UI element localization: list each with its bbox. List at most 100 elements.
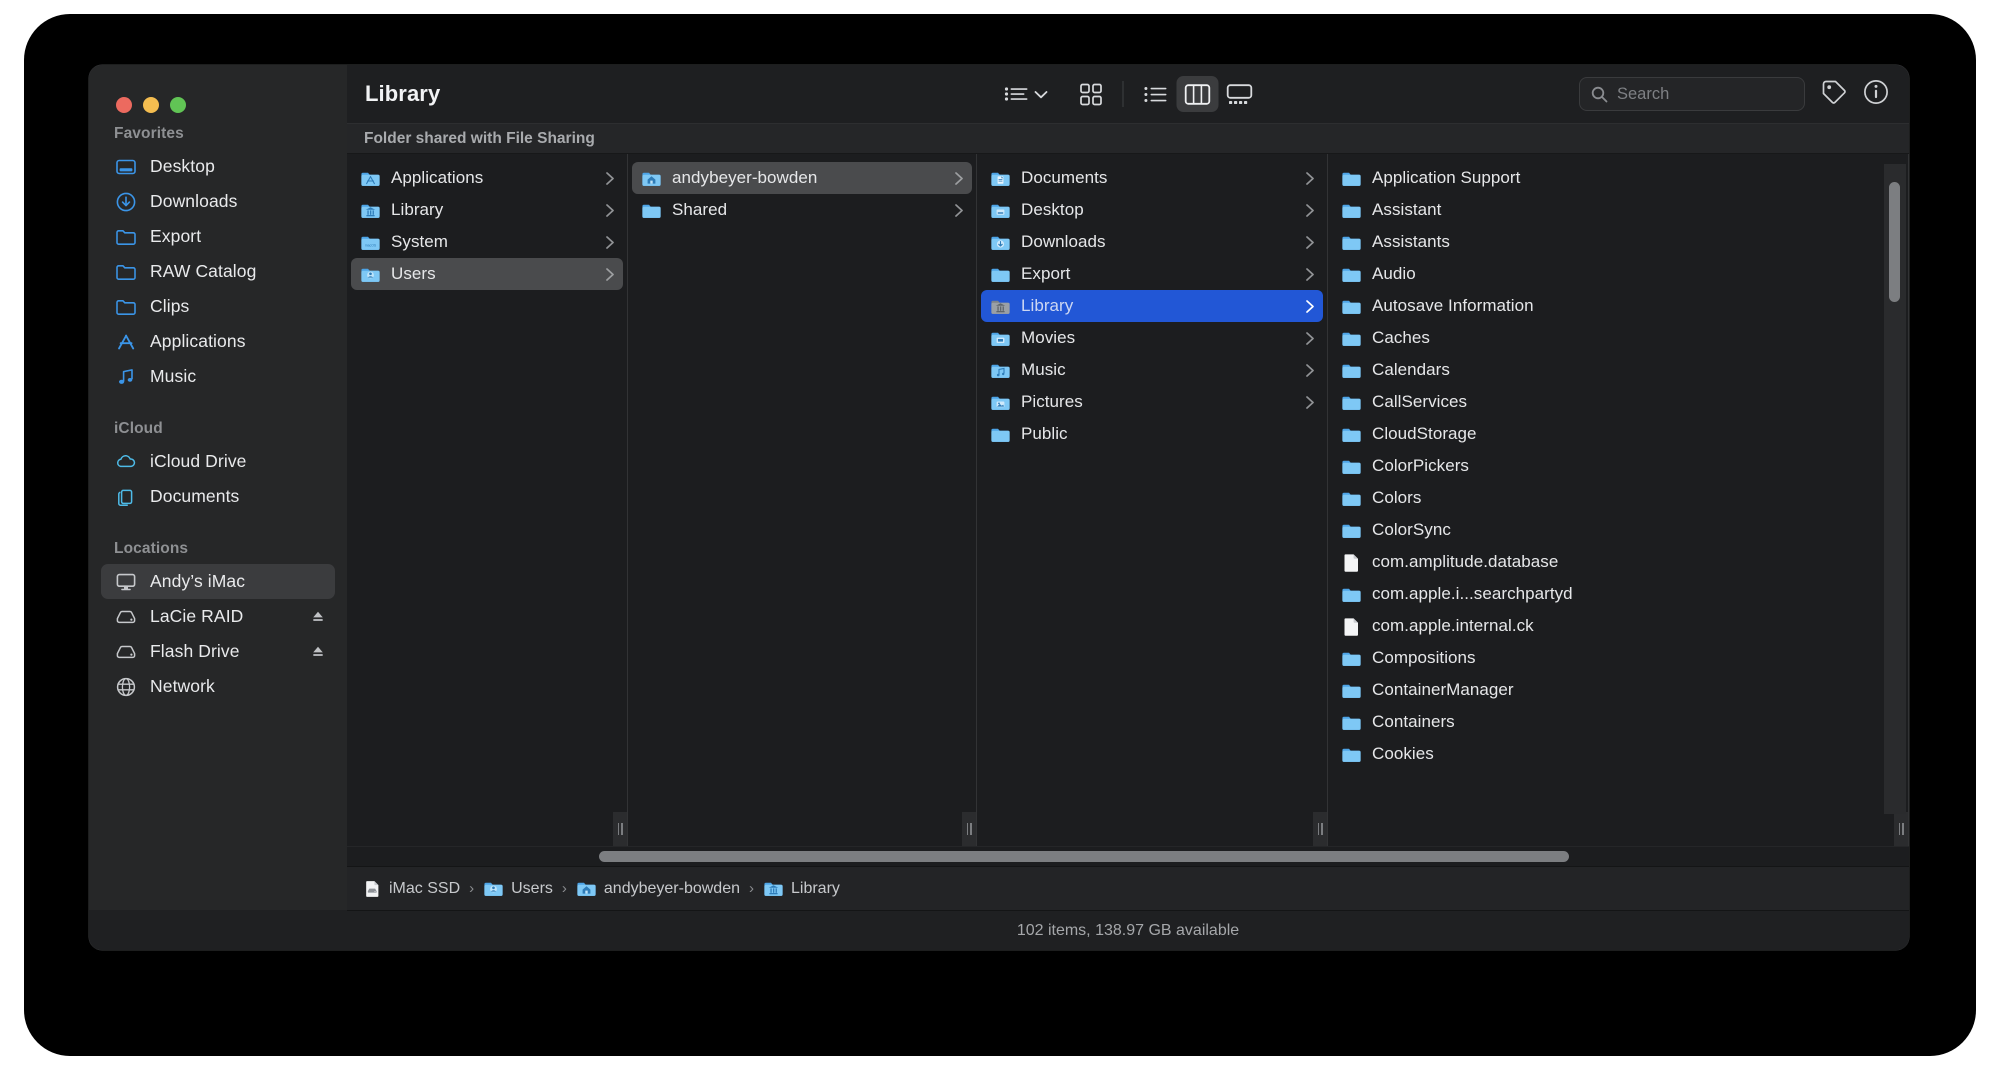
column-item-export[interactable]: Export: [981, 258, 1323, 290]
column-item-application-support[interactable]: Application Support: [1332, 162, 1904, 194]
search-field[interactable]: Search: [1579, 77, 1805, 111]
column-item-com-apple-i-searchpartyd[interactable]: com.apple.i...searchpartyd: [1332, 578, 1904, 610]
column-item-callservices[interactable]: CallServices: [1332, 386, 1904, 418]
column-item-movies[interactable]: Movies: [981, 322, 1323, 354]
sidebar-item-applications[interactable]: Applications: [101, 324, 335, 359]
sidebar-item-flash-drive[interactable]: Flash Drive: [101, 634, 335, 669]
column-resize-handle[interactable]: [1313, 812, 1327, 846]
folder-plain-wrap: [1341, 584, 1362, 605]
breadcrumb-item-library[interactable]: Library: [763, 878, 840, 899]
sidebar-item-andy-s-imac[interactable]: Andy’s iMac: [101, 564, 335, 599]
vertical-scroll-thumb[interactable]: [1889, 182, 1900, 302]
sidebar-item-downloads[interactable]: Downloads: [101, 184, 335, 219]
sidebar-item-label: Music: [150, 366, 197, 386]
column-item-label: Containers: [1372, 712, 1455, 731]
column-item-audio[interactable]: Audio: [1332, 258, 1904, 290]
column-view-button[interactable]: [1176, 76, 1219, 112]
column-item-containers[interactable]: Containers: [1332, 706, 1904, 738]
sidebar-item-label: LaCie RAID: [150, 606, 244, 626]
search-icon: [1591, 86, 1608, 102]
breadcrumb-item-andybeyer-bowden[interactable]: andybeyer-bowden: [576, 878, 740, 899]
column-item-com-amplitude-database[interactable]: com.amplitude.database: [1332, 546, 1904, 578]
column-item-com-apple-internal-ck[interactable]: com.apple.internal.ck: [1332, 610, 1904, 642]
column-item-documents[interactable]: Documents: [981, 162, 1323, 194]
column-item-cookies[interactable]: Cookies: [1332, 738, 1904, 770]
column-resize-handle[interactable]: [962, 812, 976, 846]
column-item-caches[interactable]: Caches: [1332, 322, 1904, 354]
group-by-button[interactable]: [996, 76, 1056, 112]
folder-plain-wrap: [1341, 744, 1362, 765]
column-item-assistant[interactable]: Assistant: [1332, 194, 1904, 226]
sidebar-item-music[interactable]: Music: [101, 359, 335, 394]
breadcrumb-label: Library: [791, 879, 840, 897]
column-item-desktop[interactable]: Desktop: [981, 194, 1323, 226]
sidebar-item-raw-catalog[interactable]: RAW Catalog: [101, 254, 335, 289]
info-icon: [1864, 79, 1888, 104]
gallery-icon: [1226, 83, 1253, 104]
folder-plain-wrap: [1341, 264, 1362, 285]
eject-button[interactable]: [311, 645, 325, 659]
column-item-containermanager[interactable]: ContainerManager: [1332, 674, 1904, 706]
column-item-autosave-information[interactable]: Autosave Information: [1332, 290, 1904, 322]
breadcrumb-item-imac-ssd[interactable]: iMac SSD: [363, 879, 460, 898]
sidebar-item-documents[interactable]: Documents: [101, 479, 335, 514]
column-resize-handle[interactable]: [1894, 812, 1908, 846]
sidebar-item-clips[interactable]: Clips: [101, 289, 335, 324]
folder-plain: [1342, 492, 1361, 506]
folder-home: [577, 882, 596, 896]
folder-plain: [1342, 428, 1361, 442]
column-item-pictures[interactable]: Pictures: [981, 386, 1323, 418]
column-item-label: Desktop: [1021, 200, 1084, 219]
sidebar-item-desktop[interactable]: Desktop: [101, 149, 335, 184]
chevron-right-icon: [606, 267, 614, 281]
column-item-library[interactable]: Library: [351, 194, 623, 226]
column-browser: Applications Library macOS System Users andyb…: [347, 154, 1909, 846]
downloads-icon-wrap: [115, 191, 137, 213]
column-item-label: Export: [1021, 264, 1071, 283]
finder-window: Favorites Desktop Downloads Export RAW Catal…: [89, 65, 1909, 950]
column-item-colors[interactable]: Colors: [1332, 482, 1904, 514]
sidebar-item-export[interactable]: Export: [101, 219, 335, 254]
column-item-cloudstorage[interactable]: CloudStorage: [1332, 418, 1904, 450]
svg-text:macOS: macOS: [365, 243, 377, 247]
column-item-calendars[interactable]: Calendars: [1332, 354, 1904, 386]
column-item-public[interactable]: Public: [981, 418, 1323, 450]
column-item-music[interactable]: Music: [981, 354, 1323, 386]
horizontal-scrollbar[interactable]: [347, 846, 1909, 866]
sidebar-item-network[interactable]: Network: [101, 669, 335, 704]
column-item-colorsync[interactable]: ColorSync: [1332, 514, 1904, 546]
chevron-down-icon: [1034, 90, 1048, 98]
vertical-scrollbar[interactable]: [1884, 164, 1906, 814]
eject-button[interactable]: [311, 610, 325, 624]
tag-button[interactable]: [1821, 79, 1847, 110]
zoom-button[interactable]: [170, 97, 186, 113]
info-button[interactable]: [1863, 79, 1889, 110]
column-resize-handle[interactable]: [613, 812, 627, 846]
column-item-colorpickers[interactable]: ColorPickers: [1332, 450, 1904, 482]
minimize-button[interactable]: [143, 97, 159, 113]
column-1: Applications Library macOS System Users: [347, 154, 628, 846]
column-item-andybeyer-bowden[interactable]: andybeyer-bowden: [632, 162, 972, 194]
sidebar-item-icloud-drive[interactable]: iCloud Drive: [101, 444, 335, 479]
close-button[interactable]: [116, 97, 132, 113]
folder-plain-wrap: [990, 424, 1011, 445]
column-item-applications[interactable]: Applications: [351, 162, 623, 194]
column-item-assistants[interactable]: Assistants: [1332, 226, 1904, 258]
horizontal-scroll-thumb[interactable]: [599, 851, 1569, 862]
column-2: andybeyer-bowden Shared: [628, 154, 977, 846]
icon-view-button[interactable]: [1070, 76, 1112, 112]
column-item-shared[interactable]: Shared: [632, 194, 972, 226]
sidebar-group-icloud: iCloud iCloud Drive Documents: [89, 420, 347, 514]
list-view-button[interactable]: [1135, 76, 1177, 112]
column-item-label: Applications: [391, 168, 484, 187]
column-item-library[interactable]: Library: [981, 290, 1323, 322]
breadcrumb-item-users[interactable]: Users: [483, 878, 553, 899]
gallery-view-button[interactable]: [1219, 76, 1261, 112]
sidebar-item-lacie-raid[interactable]: LaCie RAID: [101, 599, 335, 634]
column-item-system[interactable]: macOS System: [351, 226, 623, 258]
column-item-users[interactable]: Users: [351, 258, 623, 290]
sidebar-group-favorites: Favorites Desktop Downloads Export RAW Catal…: [89, 125, 347, 394]
finder-sidebar: Favorites Desktop Downloads Export RAW Catal…: [89, 65, 347, 950]
column-item-downloads[interactable]: Downloads: [981, 226, 1323, 258]
column-item-compositions[interactable]: Compositions: [1332, 642, 1904, 674]
